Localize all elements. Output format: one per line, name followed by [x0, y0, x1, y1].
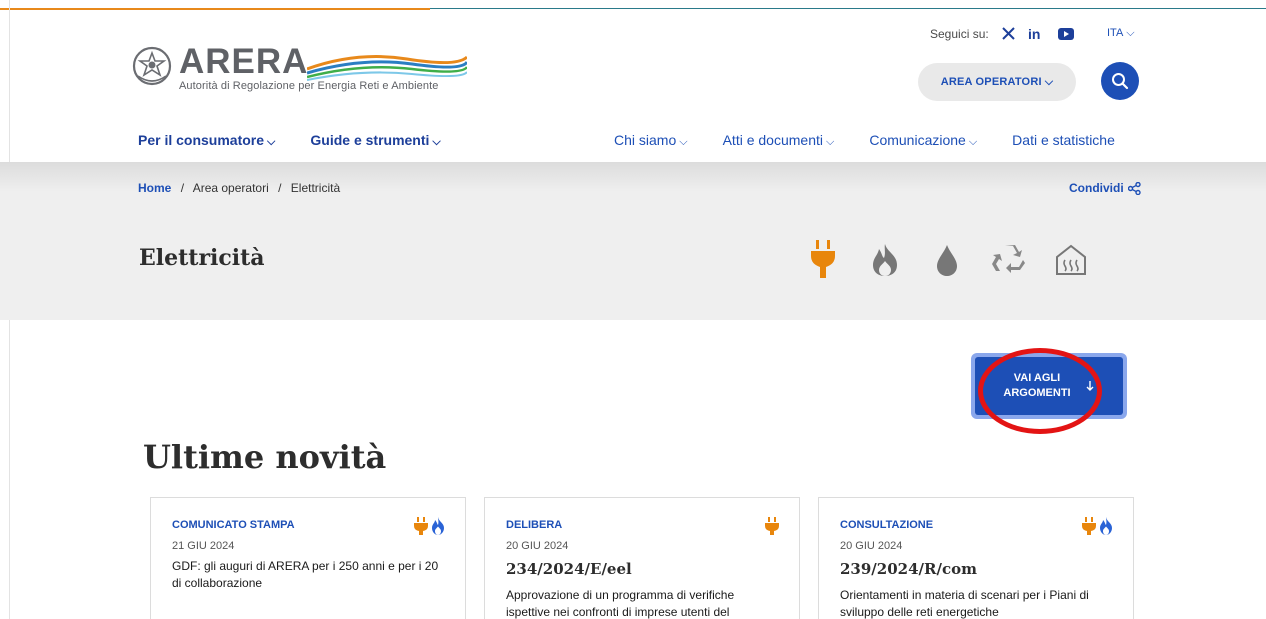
drop-icon[interactable]	[930, 240, 964, 280]
plug-icon	[1082, 517, 1096, 535]
search-icon	[1112, 73, 1129, 90]
chevron-down-icon: ⌵	[825, 136, 835, 148]
card-text[interactable]: GDF: gli auguri di ARERA per i 250 anni …	[172, 558, 444, 592]
x-icon[interactable]	[1001, 26, 1016, 41]
follow-label: Seguici su:	[930, 26, 989, 41]
news-cards: COMUNICATO STAMPA 21 GIU 2024 GDF: gli a…	[150, 497, 1152, 619]
news-card[interactable]: COMUNICATO STAMPA 21 GIU 2024 GDF: gli a…	[150, 497, 466, 619]
plug-icon	[765, 517, 779, 535]
social-links: Seguici su: in	[930, 26, 1086, 41]
chevron-down-icon: ⌵	[432, 136, 441, 148]
language-selector[interactable]: ITA ⌵	[1107, 27, 1135, 40]
plug-icon	[414, 517, 428, 535]
breadcrumb: Home / Area operatori / Elettricità	[138, 181, 340, 195]
card-date: 20 GIU 2024	[506, 540, 569, 552]
nav-item-consumatore[interactable]: Per il consumatore ⌵	[138, 132, 275, 149]
nav-item-comunicazione[interactable]: Comunicazione ⌵	[869, 132, 977, 149]
news-card[interactable]: DELIBERA 20 GIU 2024 234/2024/E/eel Appr…	[484, 497, 800, 619]
sector-icons	[806, 240, 1116, 280]
nav-label: Per il consumatore	[138, 132, 265, 148]
highlight-circle	[978, 348, 1102, 434]
nav-item-dati[interactable]: Dati e statistiche	[1012, 132, 1115, 149]
share-icon	[1127, 181, 1141, 195]
chevron-down-icon: ⌵	[968, 136, 978, 148]
card-sector-icons	[411, 517, 445, 535]
card-title[interactable]: 234/2024/E/eel	[506, 560, 778, 578]
primary-nav-left: Per il consumatore ⌵ Guide e strumenti ⌵	[138, 132, 476, 149]
top-accent-teal	[430, 8, 1266, 9]
nav-item-chi-siamo[interactable]: Chi siamo ⌵	[614, 132, 688, 149]
card-sector-icons	[1079, 517, 1113, 535]
card-text: Orientamenti in materia di scenari per i…	[840, 588, 1089, 619]
card-date: 20 GIU 2024	[840, 540, 903, 552]
linkedin-icon[interactable]: in	[1028, 27, 1046, 41]
chevron-down-icon: ⌵	[267, 136, 276, 148]
breadcrumb-separator: /	[278, 181, 282, 195]
arera-logo[interactable]: ARERA Autorità di Regolazione per Energi…	[132, 44, 467, 92]
primary-nav-right: Chi siamo ⌵ Atti e documenti ⌵ Comunicazio…	[614, 132, 1150, 149]
recycle-icon[interactable]	[992, 240, 1026, 280]
card-category: COMUNICATO STAMPA	[172, 519, 295, 531]
area-operatori-button[interactable]: AREA OPERATORI ⌵	[918, 63, 1076, 101]
flame-icon[interactable]	[868, 240, 902, 280]
breadcrumb-current: Elettricità	[290, 181, 341, 195]
nav-item-guide[interactable]: Guide e strumenti ⌵	[310, 132, 440, 149]
card-text: Approvazione di un programma di verifich…	[506, 588, 735, 619]
card-sector-icons	[762, 517, 779, 535]
top-accent-line	[0, 0, 1266, 10]
chevron-down-icon: ⌵	[1044, 75, 1054, 88]
card-date: 21 GIU 2024	[172, 540, 235, 552]
nav-label: Comunicazione	[869, 132, 966, 148]
nav-label: Guide e strumenti	[310, 132, 430, 148]
page-title: Elettricità	[139, 245, 265, 271]
nav-item-atti[interactable]: Atti e documenti ⌵	[723, 132, 835, 149]
nav-label: Atti e documenti	[722, 132, 823, 148]
breadcrumb-separator: /	[180, 181, 185, 195]
svg-text:in: in	[1028, 27, 1040, 41]
flame-icon	[431, 517, 445, 535]
plug-icon[interactable]	[806, 240, 840, 280]
share-label: Condividi	[1069, 181, 1124, 195]
heating-icon[interactable]	[1054, 240, 1088, 280]
search-button[interactable]	[1101, 62, 1139, 100]
youtube-icon[interactable]	[1057, 27, 1074, 40]
card-category: CONSULTAZIONE	[840, 519, 934, 531]
logo-waves-icon	[307, 55, 467, 81]
republic-emblem-icon	[132, 46, 172, 86]
chevron-down-icon: ⌵	[1126, 27, 1135, 39]
nav-label: Chi siamo	[614, 132, 677, 148]
area-operatori-label: AREA OPERATORI	[940, 76, 1042, 88]
nav-label: Dati e statistiche	[1012, 132, 1115, 148]
breadcrumb-home[interactable]: Home	[138, 181, 171, 195]
news-card[interactable]: CONSULTAZIONE 20 GIU 2024 239/2024/R/com…	[818, 497, 1134, 619]
flame-icon	[1099, 517, 1113, 535]
chevron-down-icon: ⌵	[679, 136, 688, 148]
card-title[interactable]: 239/2024/R/com	[840, 560, 1112, 578]
breadcrumb-area-operatori[interactable]: Area operatori	[193, 181, 269, 195]
share-button[interactable]: Condividi	[1069, 181, 1141, 195]
section-title-latest: Ultime novità	[143, 438, 387, 476]
language-label: ITA	[1107, 27, 1124, 39]
card-category: DELIBERA	[506, 519, 563, 531]
